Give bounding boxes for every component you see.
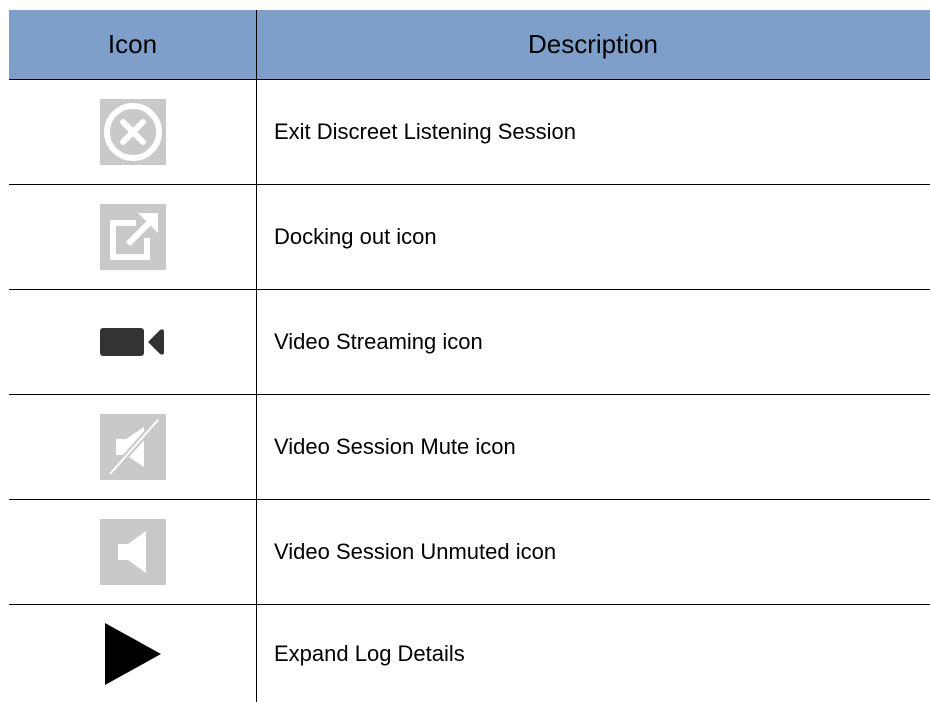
table-header-row: Icon Description [9,10,930,80]
row-description: Docking out icon [274,224,437,249]
speaker-muted-icon [99,414,166,480]
column-divider [256,10,257,702]
icon-cell [9,605,256,702]
row-description: Expand Log Details [274,640,465,666]
icon-cell [9,80,256,184]
exit-circle-icon [99,99,166,165]
table-row: Docking out icon [9,185,930,290]
table-row: Video Session Unmuted icon [9,500,930,605]
table-row: Expand Log Details [9,605,930,702]
speaker-unmuted-icon [99,519,166,585]
row-description: Video Session Mute icon [274,434,516,459]
icon-description-table: Icon Description Exit Discreet Listening… [9,10,930,702]
table-row: Exit Discreet Listening Session [9,80,930,185]
dock-out-icon [99,204,166,270]
video-camera-icon [99,327,166,357]
table-row: Video Session Mute icon [9,395,930,500]
table-row: Video Streaming icon [9,290,930,395]
row-description: Video Session Unmuted icon [274,539,557,564]
row-description: Video Streaming icon [274,329,483,354]
icon-cell [9,395,256,499]
icon-cell [9,185,256,289]
row-description: Exit Discreet Listening Session [274,119,577,144]
header-description-column: Description [527,29,659,59]
icon-cell [9,500,256,604]
play-triangle-icon [104,622,161,685]
icon-cell [9,290,256,394]
header-icon-column: Icon [107,29,158,59]
